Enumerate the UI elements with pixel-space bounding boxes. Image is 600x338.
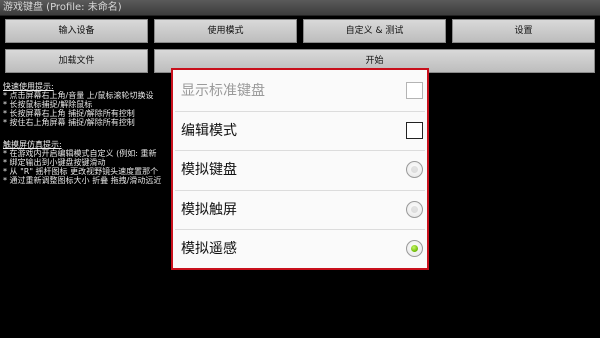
load-file-button[interactable]: 加载文件 (5, 49, 148, 73)
window-title: 游戏键盘 (Profile: 未命名) (3, 2, 122, 13)
quick-tips-heading: 快速使用提示: (3, 82, 54, 91)
touch-tips-heading: 触摸屏仿真提示: (3, 140, 62, 149)
touch-tip-line: * 绑定输出到小键盘按键滑动 (3, 158, 106, 167)
touch-tip-line: * 在游戏内开启编辑模式自定义 (例如: 重新 (3, 149, 157, 158)
quick-tip-line: * 按住右上角屏幕 捕捉/解除所有控制 (3, 118, 135, 127)
quick-tip-line: * 点击屏幕右上角/音量 上/鼠标滚轮切换设 (3, 91, 154, 100)
touch-tip-line: * 从 "R" 摇杆图标 更改视野镜头速度置那个 (3, 167, 159, 176)
touch-tips: 触摸屏仿真提示: * 在游戏内开启编辑模式自定义 (例如: 重新 * 绑定输出到… (3, 140, 173, 185)
touch-tip-line: * 通过重新调整图标大小 折叠 拖拽/滑动远近 (3, 176, 162, 185)
edit-mode-option[interactable]: 编辑模式 (175, 112, 425, 152)
option-label: 编辑模式 (181, 122, 237, 139)
screen: 游戏键盘 (Profile: 未命名) 输入设备 使用模式 自定义 & 测试 设… (0, 0, 600, 338)
edit-mode-checkbox[interactable] (406, 121, 423, 139)
option-label: 模拟触屏 (181, 201, 237, 218)
emulate-touchscreen-option[interactable]: 模拟触屏 (175, 191, 425, 231)
input-device-button[interactable]: 输入设备 (5, 19, 148, 43)
radio-dot (411, 166, 418, 174)
quick-tip-line: * 长按鼠标捕捉/解除鼠标 (3, 100, 93, 109)
option-label: 显示标准键盘 (181, 83, 265, 99)
show-standard-keyboard-checkbox (406, 82, 423, 99)
show-standard-keyboard-option: 显示标准键盘 (175, 72, 425, 112)
use-mode-button[interactable]: 使用模式 (154, 19, 297, 43)
option-label: 模拟键盘 (181, 162, 237, 179)
customize-test-button[interactable]: 自定义 & 测试 (303, 19, 446, 43)
radio-dot (411, 205, 418, 213)
radio-dot (411, 245, 418, 253)
title-bar: 游戏键盘 (Profile: 未命名) (0, 0, 600, 16)
option-label: 模拟遥感 (181, 241, 237, 258)
emulate-keyboard-radio[interactable] (406, 161, 423, 179)
quick-tip-line: * 长按屏幕右上角 捕捉/解除所有控制 (3, 109, 135, 118)
emulate-touchscreen-radio[interactable] (406, 200, 423, 218)
emulate-keyboard-option[interactable]: 模拟键盘 (175, 151, 425, 191)
emulate-joystick-radio[interactable] (406, 240, 423, 258)
quick-tips: 快速使用提示: * 点击屏幕右上角/音量 上/鼠标滚轮切换设 * 长按鼠标捕捉/… (3, 82, 173, 127)
emulate-joystick-option[interactable]: 模拟遥感 (175, 230, 425, 270)
settings-button[interactable]: 设置 (452, 19, 595, 43)
mode-dialog: 显示标准键盘 编辑模式 模拟键盘 模拟触屏 模拟遥感 (171, 68, 429, 270)
